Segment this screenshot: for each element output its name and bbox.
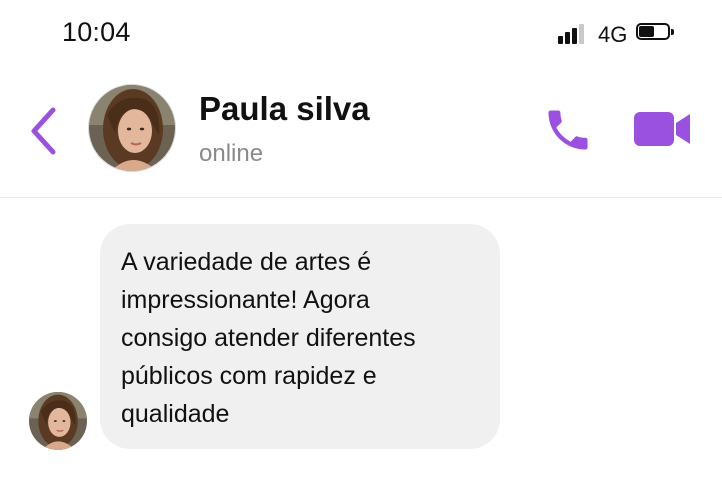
status-time: 10:04 [62,17,131,47]
message-text: A variedade de artes é impressionante! A… [121,248,416,428]
avatar-photo [29,392,87,450]
network-type: 4G [598,22,628,47]
video-camera-icon [634,112,690,146]
contact-status: online [199,140,264,167]
phone-icon [548,110,588,150]
status-bar: 10:04 4G [0,0,722,66]
call-button[interactable] [542,104,594,156]
contact-avatar[interactable] [88,84,176,172]
battery-icon [636,23,674,42]
sender-avatar [29,392,87,450]
chat-header: Paula silva online [0,66,722,198]
contact-name: Paula silva [199,90,370,127]
incoming-message: A variedade de artes é impressionante! A… [0,198,722,477]
message-bubble[interactable]: A variedade de artes é impressionante! A… [100,224,500,449]
back-button[interactable] [26,106,62,156]
chevron-left-icon [31,107,56,155]
chat-screen: 10:04 4G Paula silva online A variedade … [0,0,722,477]
avatar-photo [89,85,175,171]
message-list[interactable]: A variedade de artes é impressionante! A… [0,198,722,477]
signal-strength-icon [558,22,592,44]
video-call-button[interactable] [632,108,692,150]
